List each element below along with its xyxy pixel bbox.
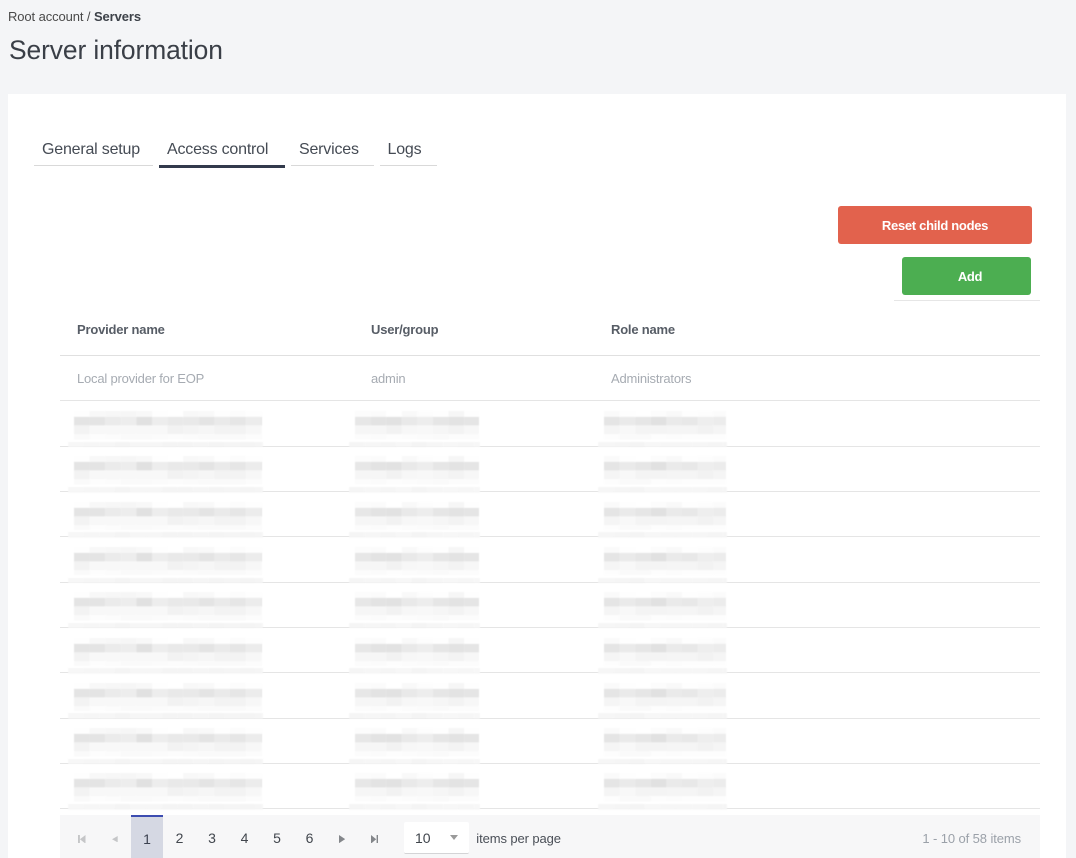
table-cell: Administrators [611, 370, 692, 386]
table-row[interactable]: Local provider for EOP admin Administrator… [60, 356, 1040, 402]
redacted-text-block [355, 773, 479, 802]
previous-page-icon[interactable] [111, 836, 118, 843]
table-body: Local provider for EOP admin Administrator… [60, 356, 1040, 810]
redacted-text-block [604, 546, 726, 576]
table-row[interactable] [60, 764, 1040, 810]
table-header-row: Provider name User/group Role name [60, 311, 1040, 357]
redacted-text-block [355, 501, 479, 531]
tab-label: Access control [167, 141, 269, 159]
page-size-dropdown[interactable]: 10 [404, 821, 469, 854]
redacted-text-block [73, 682, 262, 712]
redacted-text-block [73, 592, 262, 621]
tab-logs[interactable]: Logs [379, 140, 438, 167]
tab-label: Logs [387, 141, 422, 159]
table-row[interactable] [60, 537, 1040, 584]
redacted-text-block [355, 682, 479, 712]
content-card: General setup Access control Services Lo… [8, 94, 1066, 858]
last-page-icon[interactable] [370, 834, 379, 844]
column-header-user-group[interactable]: User/group [371, 322, 439, 337]
redacted-text-block [355, 411, 479, 440]
redacted-text-block [73, 411, 262, 440]
page-button[interactable]: 4 [228, 815, 261, 858]
table-row[interactable] [60, 401, 1040, 448]
table-row[interactable] [60, 447, 1040, 493]
tab-label: Services [299, 141, 359, 159]
table-row[interactable] [60, 583, 1040, 629]
add-button[interactable]: Add [902, 257, 1031, 295]
pager: 123456 10 items per page 1 - 10 of 58 it… [60, 815, 1040, 858]
page-button[interactable]: 6 [293, 815, 326, 858]
reset-child-nodes-button[interactable]: Reset child nodes [838, 206, 1032, 244]
tab-label: General setup [42, 141, 140, 159]
table-row[interactable] [60, 628, 1040, 674]
page-button[interactable]: 3 [196, 815, 229, 858]
table-row[interactable] [60, 673, 1040, 720]
breadcrumb-current: Servers [93, 9, 141, 24]
breadcrumb-root[interactable]: Root account [8, 9, 84, 24]
items-per-page-label: items per page [476, 830, 561, 846]
redacted-text-block [604, 411, 726, 440]
column-header-role-name[interactable]: Role name [611, 322, 675, 337]
pager-info: 1 - 10 of 58 items [922, 830, 1021, 846]
redacted-text-block [355, 637, 479, 667]
chevron-down-icon [450, 834, 458, 840]
redacted-text-block [604, 592, 726, 621]
redacted-text-block [73, 546, 262, 576]
table-cell: admin [371, 370, 406, 386]
redacted-text-block [604, 501, 726, 531]
redacted-subtext-block [598, 804, 727, 810]
redacted-text-block [604, 728, 726, 757]
redacted-text-block [355, 592, 479, 621]
first-page-icon[interactable] [78, 834, 86, 844]
redacted-text-block [604, 773, 726, 802]
redacted-text-block [73, 456, 262, 485]
next-page-icon[interactable] [338, 834, 345, 843]
redacted-text-block [73, 773, 262, 802]
page-title: Server information [9, 35, 223, 65]
page-button[interactable]: 5 [261, 815, 294, 858]
redacted-text-block [73, 501, 262, 531]
column-header-provider-name[interactable]: Provider name [77, 322, 165, 337]
breadcrumb: Root account / Servers [8, 9, 141, 24]
redacted-text-block [604, 682, 726, 712]
toolbar-divider [894, 300, 1040, 301]
redacted-text-block [355, 546, 479, 576]
page: Root account / Servers Server informatio… [0, 0, 1076, 858]
tab-services[interactable]: Services [291, 140, 374, 167]
breadcrumb-separator: / [83, 9, 94, 24]
table-row[interactable] [60, 492, 1040, 538]
redacted-subtext-block [67, 804, 263, 810]
redacted-text-block [355, 728, 479, 757]
redacted-text-block [73, 728, 262, 757]
redacted-subtext-block [349, 804, 480, 810]
tab-general-setup[interactable]: General setup [34, 140, 153, 167]
redacted-text-block [604, 456, 726, 485]
table-cell: Local provider for EOP [77, 370, 205, 386]
redacted-text-block [73, 637, 262, 667]
access-control-table: Provider name User/group Role name Local… [60, 311, 1040, 810]
redacted-text-block [355, 456, 479, 485]
table-row[interactable] [60, 719, 1040, 765]
page-button-current[interactable]: 1 [130, 815, 164, 858]
tab-access-control[interactable]: Access control [159, 140, 285, 169]
page-button[interactable]: 2 [163, 815, 196, 858]
redacted-text-block [604, 637, 726, 667]
page-size-value: 10 [415, 829, 431, 846]
